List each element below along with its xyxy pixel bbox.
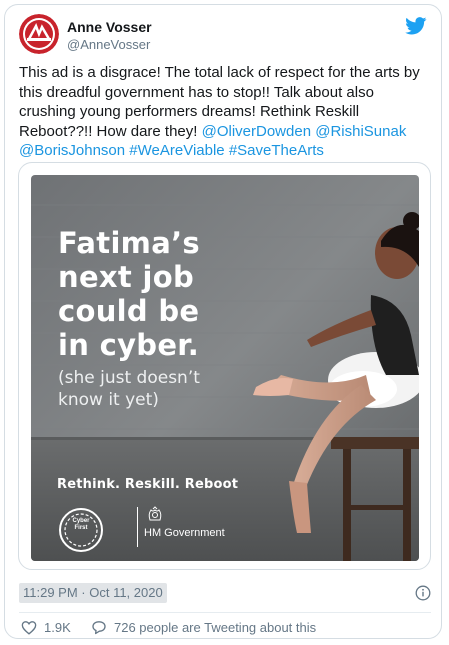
tweeting-about-label: 726 people are Tweeting about this bbox=[114, 619, 317, 635]
ad-tagline: Rethink. Reskill. Reboot bbox=[57, 477, 239, 492]
like-count: 1.9K bbox=[44, 619, 71, 635]
tweeting-about-action[interactable]: 726 people are Tweeting about this bbox=[91, 617, 316, 637]
ad-subline-line: know it yet) bbox=[58, 390, 159, 410]
hm-government-logo: HM Government bbox=[137, 503, 237, 553]
ad-headline-line: Fatima’s bbox=[58, 226, 200, 260]
hashtag-weareviable[interactable]: #WeAreViable bbox=[129, 142, 224, 159]
ad-subline: (she just doesn’t know it yet) bbox=[58, 367, 258, 411]
ad-image[interactable]: Fatima’s next job could be in cyber. (sh… bbox=[31, 175, 419, 561]
tweet-timestamp[interactable]: 11:29 PM · Oct 11, 2020 bbox=[19, 583, 167, 603]
author-name[interactable]: Anne Vosser bbox=[67, 19, 152, 36]
cyber-first-label: Cyber First bbox=[69, 518, 93, 532]
timestamp-row: 11:29 PM · Oct 11, 2020 bbox=[19, 583, 431, 605]
ad-headline: Fatima’s next job could be in cyber. bbox=[58, 226, 248, 362]
hm-government-divider bbox=[137, 507, 138, 547]
divider bbox=[19, 612, 431, 613]
info-icon[interactable] bbox=[415, 585, 431, 601]
hm-government-label: HM Government bbox=[144, 527, 225, 539]
mention-oliverdowden[interactable]: @OliverDowden bbox=[202, 123, 311, 140]
ad-headline-line: could be bbox=[58, 294, 200, 328]
author-handle[interactable]: @AnneVosser bbox=[67, 36, 152, 53]
author-block[interactable]: Anne Vosser @AnneVosser bbox=[67, 19, 152, 53]
hashtag-savethearts[interactable]: #SaveTheArts bbox=[229, 142, 324, 159]
ad-headline-line: next job bbox=[58, 260, 195, 294]
mention-rishisunak[interactable]: @RishiSunak bbox=[315, 123, 406, 140]
twitter-bird-icon[interactable] bbox=[405, 17, 427, 35]
cyber-first-line: First bbox=[74, 525, 88, 531]
like-action[interactable]: 1.9K bbox=[21, 617, 71, 637]
cyber-first-line: Cyber bbox=[72, 518, 90, 524]
avatar[interactable] bbox=[19, 14, 59, 54]
media-attachment[interactable]: Fatima’s next job could be in cyber. (sh… bbox=[18, 162, 431, 570]
tweet-text: This ad is a disgrace! The total lack of… bbox=[19, 63, 431, 161]
mention-borisjohnson[interactable]: @BorisJohnson bbox=[19, 142, 125, 159]
ad-subline-line: (she just doesn’t bbox=[58, 368, 200, 388]
tweet-header: Anne Vosser @AnneVosser bbox=[19, 14, 427, 58]
tweet-actions: 1.9K 726 people are Tweeting about this bbox=[19, 617, 431, 639]
heart-icon bbox=[21, 620, 37, 635]
speech-bubble-icon bbox=[92, 620, 106, 634]
ad-headline-line: in cyber. bbox=[58, 328, 200, 362]
tweet-card: Anne Vosser @AnneVosser This ad is a dis… bbox=[4, 4, 442, 639]
royal-crest-icon bbox=[146, 506, 164, 522]
